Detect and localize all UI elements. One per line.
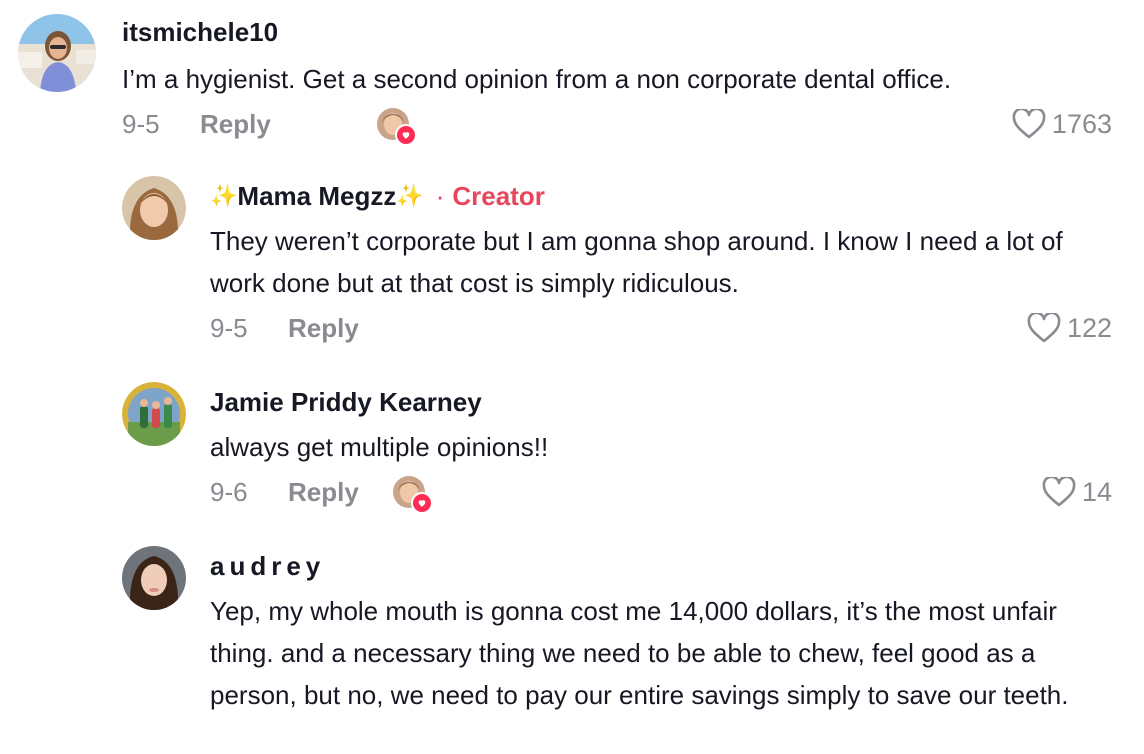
comment-meta: 9-5 Reply 1763 — [122, 104, 1112, 146]
heart-badge-icon — [410, 492, 433, 514]
comment-text: Yep, my whole mouth is gonna cost me 14,… — [210, 596, 1069, 710]
creator-liked-badge — [392, 476, 433, 514]
comment-item: ✨ Mama Megzz ✨ · Creator They weren’t co… — [0, 170, 1144, 360]
like-button[interactable]: 14 — [1042, 472, 1112, 512]
creator-liked-badge — [376, 108, 417, 146]
like-count: 1763 — [1051, 108, 1112, 139]
comment-meta: 9-5 Reply 122 — [210, 308, 1112, 348]
comment-text: They weren’t corporate but I am gonna sh… — [210, 226, 1063, 298]
comment-meta: 9-6 Reply 14 — [210, 472, 1112, 514]
reply-button[interactable]: Reply — [200, 109, 271, 140]
comment-item: audrey Yep, my whole mouth is gonna cost… — [0, 540, 1144, 754]
heart-outline-icon — [1012, 109, 1046, 139]
reply-button[interactable]: Reply — [288, 477, 359, 508]
sparkle-icon: ✨ — [396, 183, 424, 208]
comment-date: 9-6 — [210, 476, 248, 507]
comment-date: 9-5 — [210, 312, 248, 343]
comment-date: 9-5 — [122, 108, 160, 139]
username[interactable]: Jamie Priddy Kearney — [210, 386, 1112, 418]
comment-text: always get multiple opinions!! — [210, 432, 549, 462]
username[interactable]: audrey — [210, 550, 1112, 582]
avatar[interactable] — [122, 546, 186, 610]
reply-button[interactable]: Reply — [288, 313, 359, 344]
comment-item: Jamie Priddy Kearney always get multiple… — [0, 376, 1144, 526]
username[interactable]: itsmichele10 — [122, 16, 1112, 48]
like-count: 14 — [1081, 476, 1112, 507]
comment-text: I’m a hygienist. Get a second opinion fr… — [122, 64, 952, 94]
avatar[interactable] — [122, 176, 186, 240]
username-row: ✨ Mama Megzz ✨ · Creator — [210, 180, 1112, 212]
username[interactable]: Mama Megzz — [237, 180, 396, 212]
heart-outline-icon — [1042, 477, 1076, 507]
heart-badge-icon — [394, 124, 417, 146]
sparkle-icon: ✨ — [210, 183, 238, 208]
comment-item: itsmichele10 I’m a hygienist. Get a seco… — [0, 0, 1144, 160]
like-count: 122 — [1066, 312, 1112, 343]
creator-tag: Creator — [452, 181, 545, 211]
avatar[interactable] — [18, 14, 96, 92]
avatar[interactable] — [122, 382, 186, 446]
separator-dot: · — [435, 181, 445, 211]
heart-outline-icon — [1027, 313, 1061, 343]
like-button[interactable]: 122 — [1027, 308, 1112, 348]
like-button[interactable]: 1763 — [1012, 104, 1112, 144]
